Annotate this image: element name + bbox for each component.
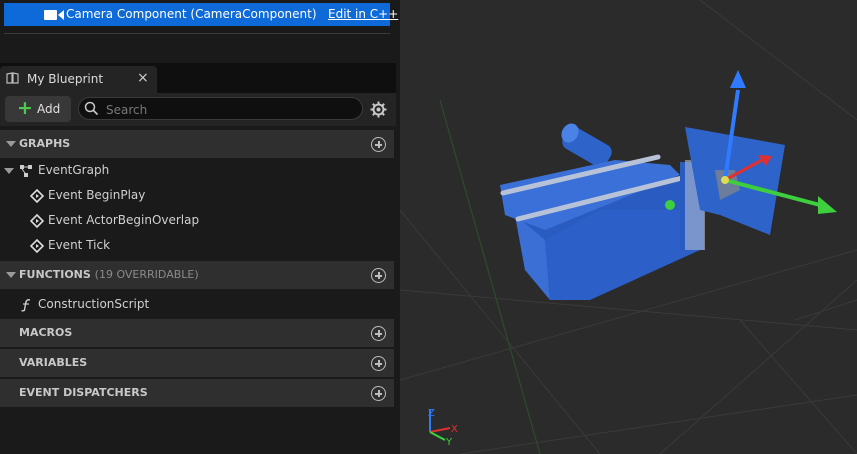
expand-arrow-icon[interactable] (4, 168, 14, 174)
function-item-constructionscript[interactable]: ConstructionScript (0, 292, 394, 317)
graph-icon (20, 165, 32, 177)
section-title: EVENT DISPATCHERS (19, 386, 148, 399)
camera-model[interactable] (500, 120, 785, 300)
divider (4, 33, 390, 34)
add-macro-icon[interactable] (371, 326, 386, 341)
event-label: Event BeginPlay (48, 188, 146, 202)
add-button-label: Add (37, 102, 61, 116)
event-icon (30, 214, 44, 228)
add-function-icon[interactable] (371, 268, 386, 283)
plus-icon: + (17, 97, 33, 119)
blueprint-toolbar: + Add (0, 93, 396, 126)
search-icon (84, 101, 99, 116)
collapse-arrow-icon[interactable] (6, 272, 16, 278)
event-item-beginplay[interactable]: Event BeginPlay (0, 183, 394, 208)
function-icon (21, 299, 31, 312)
function-label: ConstructionScript (38, 297, 150, 311)
viewport-scene: Z X Y (400, 0, 857, 454)
left-panel: Camera Component (CameraComponent) Edit … (0, 0, 398, 454)
event-label: Event ActorBeginOverlap (48, 213, 200, 227)
section-functions[interactable]: FUNCTIONS (19 OVERRIDABLE) (0, 261, 394, 289)
tab-label: My Blueprint (27, 72, 104, 86)
add-variable-icon[interactable] (371, 356, 386, 371)
section-graphs[interactable]: GRAPHS (0, 130, 394, 158)
section-title: MACROS (19, 326, 73, 339)
close-icon[interactable]: × (137, 70, 149, 86)
event-label: Event Tick (48, 238, 111, 252)
event-icon (30, 189, 44, 203)
axis-indicator: Z X Y (428, 408, 458, 448)
section-event-dispatchers[interactable]: EVENT DISPATCHERS (0, 379, 394, 407)
search-box (78, 97, 363, 120)
section-title: GRAPHS (19, 137, 71, 150)
graph-item-label: EventGraph (38, 163, 110, 177)
axis-z-label: Z (428, 408, 435, 419)
add-button[interactable]: + Add (5, 96, 71, 122)
edit-in-cpp-link[interactable]: Edit in C++ (328, 7, 398, 21)
component-row-camera[interactable]: Camera Component (CameraComponent) Edit … (4, 3, 398, 26)
collapse-arrow-icon[interactable] (6, 141, 16, 147)
tab-my-blueprint[interactable]: My Blueprint × (0, 66, 157, 93)
add-dispatcher-icon[interactable] (371, 386, 386, 401)
tab-strip: My Blueprint × (0, 63, 396, 93)
axis-x-label: X (451, 424, 458, 435)
section-title-text: FUNCTIONS (19, 268, 91, 281)
book-icon (6, 72, 19, 84)
overridable-count: (19 OVERRIDABLE) (94, 268, 199, 281)
gear-icon[interactable] (370, 101, 387, 118)
component-name: Camera Component (CameraComponent) (66, 7, 317, 21)
section-title: FUNCTIONS (19 OVERRIDABLE) (19, 268, 199, 281)
add-graph-icon[interactable] (371, 137, 386, 152)
search-input[interactable] (104, 100, 348, 119)
event-item-tick[interactable]: Event Tick (0, 233, 394, 258)
section-variables[interactable]: VARIABLES (0, 349, 394, 377)
viewport[interactable]: Z X Y (400, 0, 857, 454)
event-icon (30, 239, 44, 253)
video-camera-icon (44, 10, 64, 20)
section-macros[interactable]: MACROS (0, 319, 394, 347)
section-title: VARIABLES (19, 356, 88, 369)
graph-item-eventgraph[interactable]: EventGraph (0, 158, 394, 183)
event-item-actorbeginoverlap[interactable]: Event ActorBeginOverlap (0, 208, 394, 233)
axis-y-label: Y (445, 437, 453, 448)
